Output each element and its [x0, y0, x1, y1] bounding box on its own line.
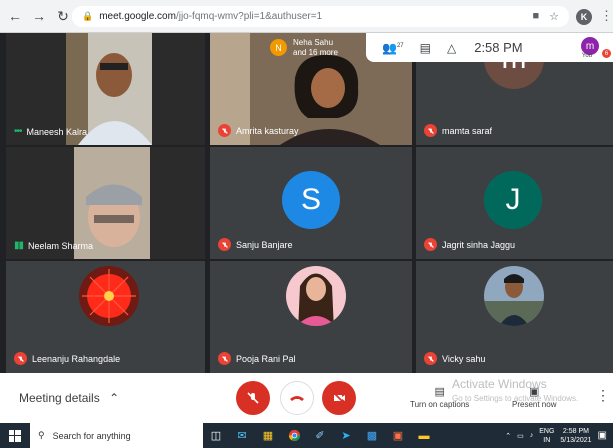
photos-icon[interactable]: ▩ [359, 423, 385, 448]
browser-profile-avatar[interactable]: K [576, 9, 592, 25]
network-icon[interactable]: ▭ [517, 432, 524, 440]
chat-icon[interactable]: ▤ [420, 41, 431, 55]
mail-icon[interactable]: ✉ [229, 423, 255, 448]
participant-tile[interactable]: ▮▮ Neelam Sharma [6, 147, 205, 259]
mic-off-icon [424, 352, 437, 365]
presenter-name: Neha Sahu [293, 37, 334, 47]
present-now-button[interactable]: ▣ Present now [512, 385, 556, 409]
participant-name: Amrita kasturay [236, 125, 299, 136]
participant-tile[interactable]: ••• Maneesh Kalra [6, 33, 205, 145]
notification-badge: 6 [602, 49, 611, 58]
present-label: Present now [512, 400, 557, 409]
folder-icon[interactable]: ▬ [411, 423, 437, 448]
participant-name: Maneesh Kalra [26, 126, 88, 137]
forward-arrow-icon[interactable]: → [30, 7, 48, 25]
search-icon: ⚲ [38, 430, 45, 440]
mic-off-icon [424, 124, 437, 137]
people-icon[interactable]: 👥27 [382, 41, 404, 55]
paint-icon[interactable]: ✐ [307, 423, 333, 448]
participant-tile[interactable]: Vicky sahu [416, 261, 613, 373]
mic-off-icon [218, 238, 231, 251]
speaking-indicator-icon: ▮▮ [14, 240, 24, 251]
participant-grid: ••• Maneesh Kalra Amrita kasturay m mamt… [0, 33, 613, 373]
captions-button[interactable]: ▤ Turn on captions [410, 385, 469, 409]
speaking-indicator-icon: ••• [14, 126, 22, 137]
participant-avatar: S [282, 171, 340, 229]
slides-icon[interactable]: ▣ [385, 423, 411, 448]
address-bar[interactable]: 🔒 meet.google.com /jjo-fqmq-wmv?pli=1&au… [72, 6, 569, 27]
url-path: /jjo-fqmq-wmv?pli=1&authuser=1 [175, 11, 323, 22]
windows-taskbar: ⚲ Search for anything ◫ ✉ ▦ ✐ ➤ ▩ ▣ ▬ ⌃ … [0, 423, 613, 448]
chevron-up-icon: ⌃ [109, 391, 120, 405]
leave-call-button[interactable] [280, 381, 314, 415]
taskbar-search-placeholder: Search for anything [52, 430, 131, 441]
tray-chevron-icon[interactable]: ⌃ [505, 432, 511, 440]
participant-name: Vicky sahu [442, 353, 486, 364]
system-clock[interactable]: 2:58 PM 5/13/2021 [560, 427, 591, 445]
participant-name: Neelam Sharma [28, 240, 94, 251]
meeting-controls: Meeting details ⌃ Activate Windows Go to… [0, 373, 613, 423]
chrome-icon[interactable] [281, 423, 307, 448]
hang-up-icon [290, 396, 304, 401]
participant-tile[interactable]: S Sanju Banjare [210, 147, 412, 259]
reload-icon[interactable]: ↻ [54, 7, 72, 25]
present-icon: ▣ [529, 386, 540, 398]
camera-toggle-button[interactable] [322, 381, 356, 415]
participant-name: Pooja Rani Pal [236, 353, 296, 364]
people-count: 27 [396, 42, 404, 49]
participant-name: Jagrit sinha Jaggu [442, 239, 516, 250]
camera-indicator-icon[interactable]: ■ [532, 10, 539, 23]
participant-name: Sanju Banjare [236, 239, 293, 250]
bookmark-star-icon[interactable]: ☆ [549, 10, 559, 23]
notifications-icon[interactable]: ▣ [598, 430, 607, 441]
browser-toolbar: ← → ↻ 🔒 meet.google.com /jjo-fqmq-wmv?pl… [0, 0, 613, 33]
meet-window: ← → ↻ 🔒 meet.google.com /jjo-fqmq-wmv?pl… [0, 0, 613, 448]
mic-off-icon [424, 238, 437, 251]
meeting-info-panel: 👥27 ▤ △ 2:58 PM m You 6 [366, 33, 613, 62]
mic-off-icon [14, 352, 27, 365]
lock-icon: 🔒 [82, 11, 94, 21]
participant-tile[interactable]: Leenanju Rahangdale [6, 261, 205, 373]
meeting-details-button[interactable]: Meeting details ⌃ [19, 391, 119, 405]
mic-off-icon [247, 392, 259, 404]
language-indicator[interactable]: ENG IN [539, 427, 554, 445]
activities-icon[interactable]: △ [447, 41, 456, 55]
participant-tile[interactable]: J Jagrit sinha Jaggu [416, 147, 613, 259]
presenter-chip[interactable]: N Neha Sahu and 16 more [266, 33, 366, 62]
windows-start-icon[interactable] [0, 429, 30, 442]
meeting-clock: 2:58 PM [474, 40, 523, 55]
more-options-icon[interactable]: ⋮ [596, 387, 610, 404]
file-explorer-icon[interactable]: ▦ [255, 423, 281, 448]
task-view-icon[interactable]: ◫ [203, 423, 229, 448]
captions-label: Turn on captions [410, 400, 470, 409]
browser-menu-icon[interactable]: ⋮ [600, 8, 613, 24]
url-host: meet.google.com [99, 11, 176, 22]
participant-name: mamta saraf [442, 125, 493, 136]
participant-tile[interactable]: Pooja Rani Pal [210, 261, 412, 373]
self-label: You [581, 53, 592, 59]
mic-off-icon [218, 352, 231, 365]
meeting-top-bar: N Neha Sahu and 16 more 👥27 ▤ △ 2:58 PM … [266, 33, 613, 62]
presenter-avatar: N [270, 39, 287, 56]
camera-off-icon [333, 392, 345, 404]
system-tray: ⌃ ▭ ♪ ENG IN 2:58 PM 5/13/2021 ▣ [505, 423, 613, 448]
volume-icon[interactable]: ♪ [530, 432, 534, 439]
back-arrow-icon[interactable]: ← [6, 7, 24, 25]
mic-toggle-button[interactable] [236, 381, 270, 415]
mic-off-icon [218, 124, 231, 137]
telegram-icon[interactable]: ➤ [333, 423, 359, 448]
captions-icon: ▤ [434, 386, 445, 398]
participant-avatar: J [484, 171, 542, 229]
presenter-others: and 16 more [293, 47, 338, 57]
taskbar-search[interactable]: ⚲ Search for anything [30, 423, 203, 448]
meeting-details-label: Meeting details [19, 391, 100, 405]
participant-name: Leenanju Rahangdale [32, 353, 121, 364]
